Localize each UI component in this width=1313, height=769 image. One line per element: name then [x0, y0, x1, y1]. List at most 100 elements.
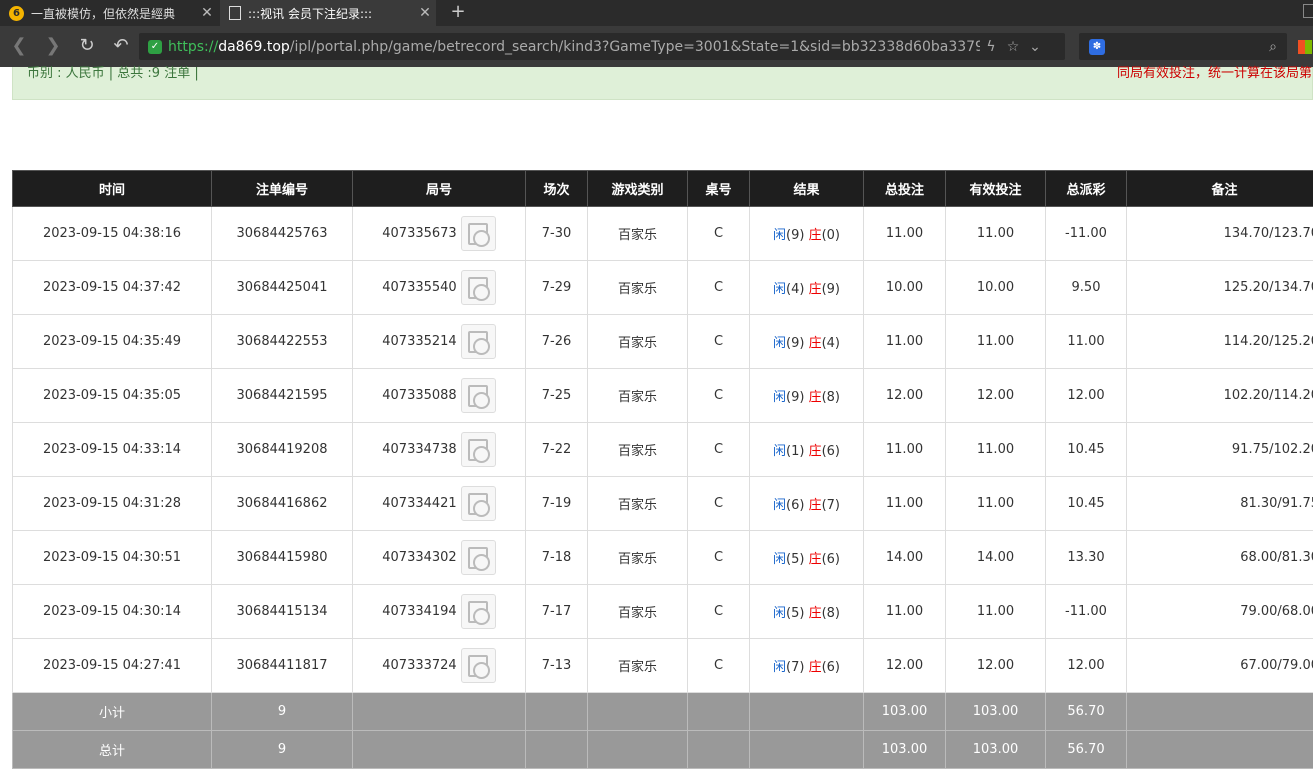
- cell-game-type: 百家乐: [588, 207, 688, 261]
- cell-note: 102.20/114.20: [1127, 369, 1313, 423]
- video-replay-icon[interactable]: [461, 378, 496, 413]
- round-number: 407335214: [382, 334, 456, 349]
- cell-valid-bet: 12.00: [946, 369, 1046, 423]
- reload-icon[interactable]: ↻: [76, 35, 98, 57]
- result-player-score: (5): [786, 606, 804, 621]
- cell-valid-bet: 11.00: [946, 585, 1046, 639]
- cell-bet-id: 30684415134: [212, 585, 353, 639]
- star-icon[interactable]: ☆: [1002, 39, 1024, 55]
- round-number: 407335673: [382, 226, 456, 241]
- cell-result: 闲(5) 庄(6): [750, 531, 864, 585]
- baidu-paw-icon: ✽: [1089, 39, 1105, 55]
- cell-payout: 13.30: [1046, 531, 1127, 585]
- back-icon[interactable]: ❮: [8, 35, 30, 57]
- header-bet-id: 注单编号: [212, 171, 353, 207]
- plus-icon[interactable]: +: [446, 0, 470, 26]
- cell-total-bet[interactable]: 11.00: [864, 315, 946, 369]
- grandtotal-payout: 56.70: [1046, 731, 1127, 769]
- header-note: 备注: [1127, 171, 1313, 207]
- video-replay-icon[interactable]: [461, 432, 496, 467]
- search-icon[interactable]: ⌕: [1269, 39, 1277, 55]
- browser-tab-1[interactable]: 6 一直被模仿，但依然是經典 ✕: [0, 0, 218, 26]
- cell-bet-id: 30684422553: [212, 315, 353, 369]
- result-player-score: (9): [786, 336, 804, 351]
- cell-total-bet[interactable]: 12.00: [864, 369, 946, 423]
- cell-total-bet[interactable]: 12.00: [864, 639, 946, 693]
- cell-time: 2023-09-15 04:35:05: [13, 369, 212, 423]
- cell-time: 2023-09-15 04:37:42: [13, 261, 212, 315]
- lightning-icon[interactable]: ϟ: [980, 39, 1002, 55]
- cell-bet-id: 30684425763: [212, 207, 353, 261]
- address-bar[interactable]: ✓ https://da869.top/ipl/portal.php/game/…: [139, 33, 1065, 60]
- notice-text: 同局有效投注，统一计算在该局第: [1117, 67, 1312, 81]
- result-player-score: (6): [786, 498, 804, 513]
- header-result: 结果: [750, 171, 864, 207]
- close-icon[interactable]: ✕: [196, 5, 218, 21]
- cell-total-bet[interactable]: 14.00: [864, 531, 946, 585]
- subtotal-count: 9: [212, 693, 353, 731]
- cell-bet-id: 30684419208: [212, 423, 353, 477]
- window-restore-icon[interactable]: [1303, 4, 1313, 18]
- cell-round: 407335673: [353, 207, 526, 261]
- cell-total-bet[interactable]: 11.00: [864, 423, 946, 477]
- header-total-bet: 总投注: [864, 171, 946, 207]
- cell-game-type: 百家乐: [588, 423, 688, 477]
- table-body: 2023-09-15 04:38:16 30684425763 40733567…: [13, 207, 1313, 693]
- result-player-label: 闲: [773, 606, 786, 621]
- round-number: 407334421: [382, 496, 456, 511]
- header-round: 局号: [353, 171, 526, 207]
- cell-payout: 12.00: [1046, 639, 1127, 693]
- cell-valid-bet: 11.00: [946, 207, 1046, 261]
- cell-payout: -11.00: [1046, 207, 1127, 261]
- cell-total-bet[interactable]: 10.00: [864, 261, 946, 315]
- apps-icon[interactable]: [1298, 40, 1312, 54]
- result-player-label: 闲: [773, 660, 786, 675]
- cell-round: 407334194: [353, 585, 526, 639]
- cell-note: 67.00/79.00: [1127, 639, 1313, 693]
- cell-shoe: 7-19: [526, 477, 588, 531]
- video-replay-icon[interactable]: [461, 540, 496, 575]
- cell-round: 407335214: [353, 315, 526, 369]
- cell-result: 闲(9) 庄(0): [750, 207, 864, 261]
- cell-result: 闲(4) 庄(9): [750, 261, 864, 315]
- cell-table: C: [688, 531, 750, 585]
- cell-note: 134.70/123.70: [1127, 207, 1313, 261]
- video-replay-icon[interactable]: [461, 216, 496, 251]
- close-icon[interactable]: ✕: [414, 5, 436, 21]
- summary-info-bar: 币别 : 人民币 | 总共 :9 注单 | 同局有效投注，统一计算在该局第: [12, 67, 1313, 100]
- cell-time: 2023-09-15 04:35:49: [13, 315, 212, 369]
- header-shoe: 场次: [526, 171, 588, 207]
- cell-time: 2023-09-15 04:31:28: [13, 477, 212, 531]
- browser-tab-2[interactable]: :::视讯 会员下注纪录::: ✕: [220, 0, 436, 26]
- cell-total-bet[interactable]: 11.00: [864, 585, 946, 639]
- result-banker-label: 庄: [809, 390, 822, 405]
- cell-total-bet[interactable]: 11.00: [864, 207, 946, 261]
- subtotal-total-bet: 103.00: [864, 693, 946, 731]
- result-banker-score: (9): [822, 282, 840, 297]
- url-text[interactable]: https://da869.top/ipl/portal.php/game/be…: [168, 39, 980, 55]
- video-replay-icon[interactable]: [461, 648, 496, 683]
- result-player-label: 闲: [773, 228, 786, 243]
- chevron-down-icon[interactable]: ⌄: [1024, 39, 1046, 55]
- cell-payout: 11.00: [1046, 315, 1127, 369]
- cell-table: C: [688, 423, 750, 477]
- search-box[interactable]: ✽ ⌕: [1079, 33, 1287, 60]
- result-banker-score: (6): [822, 552, 840, 567]
- cell-result: 闲(9) 庄(4): [750, 315, 864, 369]
- undo-icon[interactable]: ↶: [110, 35, 132, 57]
- video-replay-icon[interactable]: [461, 486, 496, 521]
- currency-total-text: 币别 : 人民币 | 总共 :9 注单 |: [27, 67, 199, 81]
- header-time: 时间: [13, 171, 212, 207]
- result-banker-score: (8): [822, 606, 840, 621]
- video-replay-icon[interactable]: [461, 270, 496, 305]
- tab-title: :::视讯 会员下注纪录:::: [248, 5, 414, 22]
- round-number: 407333724: [382, 658, 456, 673]
- forward-icon[interactable]: ❯: [42, 35, 64, 57]
- result-banker-score: (4): [822, 336, 840, 351]
- site-favicon-icon: 6: [9, 6, 24, 21]
- video-replay-icon[interactable]: [461, 594, 496, 629]
- cell-total-bet[interactable]: 11.00: [864, 477, 946, 531]
- cell-time: 2023-09-15 04:30:51: [13, 531, 212, 585]
- cell-game-type: 百家乐: [588, 639, 688, 693]
- video-replay-icon[interactable]: [461, 324, 496, 359]
